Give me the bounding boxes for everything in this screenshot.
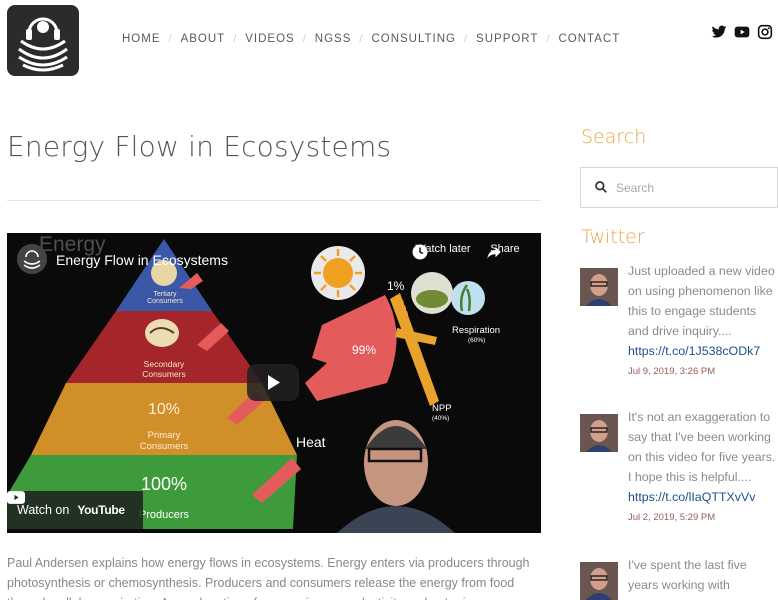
twitter-icon[interactable] bbox=[711, 24, 727, 40]
video-player[interactable]: Energy Energy Flow in Ecosystems Watch l… bbox=[7, 233, 541, 533]
nav-contact[interactable]: CONTACT bbox=[559, 33, 621, 45]
search-icon bbox=[595, 181, 607, 193]
tweet-avatar[interactable] bbox=[580, 268, 618, 306]
video-description: Paul Andersen explains how energy flows … bbox=[7, 556, 530, 600]
heat-label: Heat bbox=[296, 434, 326, 450]
youtube-icon bbox=[7, 491, 25, 504]
tweet-date[interactable]: Jul 2, 2019, 5:29 PM bbox=[628, 511, 778, 525]
nav-home[interactable]: HOME bbox=[122, 33, 161, 45]
share-icon bbox=[487, 246, 501, 259]
npp-pct-label: (40%) bbox=[432, 415, 450, 422]
one-percent-label: 1% bbox=[387, 279, 405, 293]
search-field[interactable] bbox=[580, 167, 778, 208]
share-button[interactable]: Share bbox=[485, 243, 525, 259]
nav-separator: / bbox=[546, 33, 551, 45]
instagram-icon[interactable] bbox=[757, 24, 773, 40]
social-links bbox=[711, 24, 773, 40]
tweet-content: I've spent the last five years working w… bbox=[628, 555, 778, 595]
nav-ngss[interactable]: NGSS bbox=[315, 33, 352, 45]
tier-percent-primary: 10% bbox=[147, 401, 181, 418]
search-input[interactable] bbox=[616, 178, 766, 198]
watch-later-button[interactable]: Watch later bbox=[411, 243, 475, 260]
tier-percent-producers: 100% bbox=[140, 474, 188, 494]
nav-separator: / bbox=[463, 33, 469, 45]
tier-label-secondary: Secondary Consumers bbox=[142, 359, 186, 379]
respiration-label: Respiration bbox=[452, 325, 501, 336]
tweet-content: Just uploaded a new video on using pheno… bbox=[628, 261, 778, 379]
big-arrow bbox=[305, 295, 397, 401]
headphones-logo-icon bbox=[18, 17, 68, 72]
nav-support[interactable]: SUPPORT bbox=[476, 33, 538, 45]
search-heading: Search bbox=[581, 126, 647, 148]
tweet-date[interactable]: Jul 9, 2019, 3:26 PM bbox=[628, 365, 778, 379]
tweet-text: It's not an exaggeration to say that I'v… bbox=[628, 410, 776, 484]
tier-label-tertiary: Tertiary Consumers bbox=[147, 291, 183, 305]
title-divider bbox=[7, 200, 541, 201]
ninety-nine-label: 99% bbox=[352, 343, 377, 357]
watch-on-label: Watch on bbox=[17, 503, 70, 517]
npp-label: NPP bbox=[432, 403, 452, 414]
site-logo[interactable] bbox=[7, 5, 79, 76]
nav-about[interactable]: ABOUT bbox=[181, 33, 226, 45]
respiration-pct-label: (60%) bbox=[468, 337, 486, 344]
page-title: Energy Flow in Ecosystems bbox=[7, 130, 392, 163]
youtube-wordmark: YouTube bbox=[77, 503, 125, 517]
nav-separator: / bbox=[168, 33, 173, 45]
tweet-text: I've spent the last five years working w… bbox=[628, 558, 747, 592]
clock-icon bbox=[412, 244, 428, 260]
play-icon bbox=[268, 375, 280, 390]
twitter-heading: Twitter bbox=[581, 226, 645, 248]
nav-consulting[interactable]: CONSULTING bbox=[371, 33, 456, 45]
nav-separator: / bbox=[233, 33, 238, 45]
nav-separator: / bbox=[302, 33, 307, 45]
video-title[interactable]: Energy Flow in Ecosystems bbox=[56, 252, 228, 268]
tweet-content: It's not an exaggeration to say that I'v… bbox=[628, 407, 778, 525]
nav-videos[interactable]: VIDEOS bbox=[245, 33, 294, 45]
tweet-avatar[interactable] bbox=[580, 414, 618, 452]
tweet-avatar[interactable] bbox=[580, 562, 618, 600]
youtube-icon[interactable] bbox=[734, 24, 750, 40]
youtube-logo: YouTube bbox=[7, 491, 125, 517]
tweet-text: Just uploaded a new video on using pheno… bbox=[628, 264, 775, 338]
tier-label-producers: Producers bbox=[138, 509, 190, 521]
tweet-link[interactable]: https://t.co/lIaQTTXvVv bbox=[628, 490, 755, 504]
nav-separator: / bbox=[359, 33, 364, 45]
tweet-link[interactable]: https://t.co/1J538cODk7 bbox=[628, 344, 760, 358]
channel-avatar[interactable] bbox=[17, 244, 47, 274]
main-nav: HOME / ABOUT / VIDEOS / NGSS / CONSULTIN… bbox=[122, 33, 620, 45]
watch-on-youtube-button[interactable]: Watch on YouTube bbox=[7, 491, 143, 529]
play-button[interactable] bbox=[247, 364, 299, 401]
tier-label-primary: Primary Consumers bbox=[139, 430, 189, 452]
